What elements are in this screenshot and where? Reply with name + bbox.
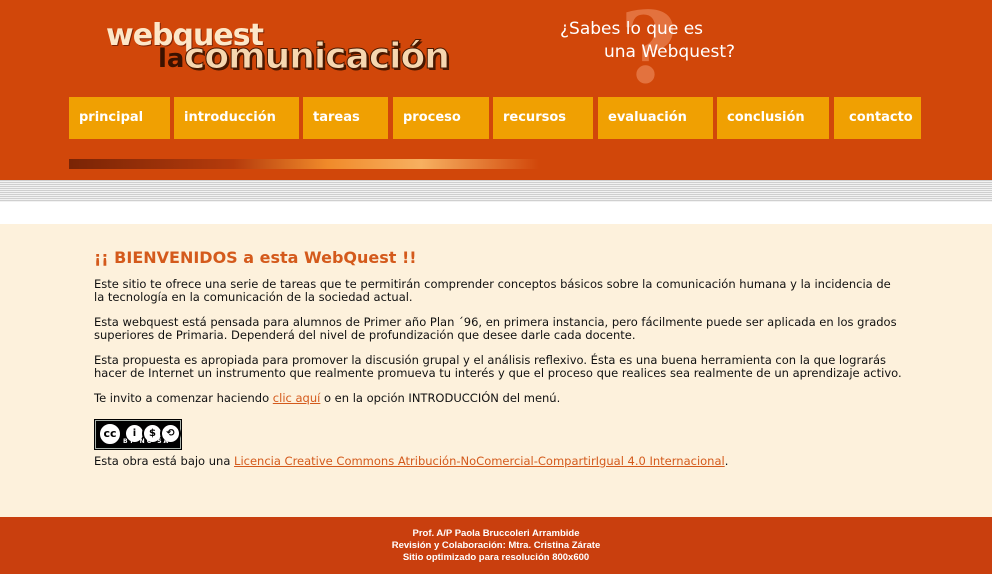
footer-author: Prof. A/P Paola Bruccoleri Arrambide bbox=[412, 528, 580, 539]
decorative-gradient-bar bbox=[69, 159, 539, 169]
page: webquest la comunicación ? ¿Sabes lo que… bbox=[0, 0, 992, 574]
tagline-line-2: una Webquest? bbox=[604, 42, 736, 62]
header-tagline: ¿Sabes lo que es una Webquest? bbox=[560, 18, 760, 64]
nav-conclusion[interactable]: conclusión bbox=[717, 97, 829, 139]
site-logo[interactable]: webquest la comunicación bbox=[104, 14, 450, 78]
page-title: ¡¡ BIENVENIDOS a esta WebQuest !! bbox=[94, 248, 417, 267]
invite-paragraph: Te invito a comenzar haciendo clic aquí … bbox=[94, 392, 904, 405]
nav-tareas[interactable]: tareas bbox=[303, 97, 388, 139]
nav-introduccion[interactable]: introducción bbox=[174, 97, 299, 139]
intro-paragraph-3: Esta propuesta es apropiada para promove… bbox=[94, 353, 902, 380]
main-nav: principal introducción tareas proceso re… bbox=[69, 97, 921, 139]
cc-logo-icon: cc bbox=[98, 422, 122, 446]
footer-resolution-note: Sitio optimizado para resolución 800x600 bbox=[402, 552, 590, 563]
invite-text-after: o en la opción INTRODUCCIÓN del menú. bbox=[320, 391, 561, 405]
footer-collaboration: Revisión y Colaboración: Mtra. Cristina … bbox=[391, 540, 601, 551]
license-text-after: . bbox=[724, 454, 729, 468]
nav-proceso[interactable]: proceso bbox=[393, 97, 489, 139]
main-content: ¡¡ BIENVENIDOS a esta WebQuest !! Este s… bbox=[0, 224, 992, 517]
invite-text-before: Te invito a comenzar haciendo bbox=[94, 391, 273, 405]
intro-paragraph-2: Esta webquest está pensada para alumnos … bbox=[94, 315, 897, 342]
license-link[interactable]: Licencia Creative Commons Atribución-NoC… bbox=[234, 454, 725, 468]
clic-aqui-link[interactable]: clic aquí bbox=[273, 391, 321, 405]
nav-contacto[interactable]: contacto bbox=[834, 97, 921, 139]
decorative-stripes bbox=[0, 180, 992, 202]
nav-evaluacion[interactable]: evaluación bbox=[598, 97, 713, 139]
intro-paragraph-1: Este sitio te ofrece una serie de tareas… bbox=[94, 277, 891, 304]
content-inner: ¡¡ BIENVENIDOS a esta WebQuest !! Este s… bbox=[94, 248, 904, 480]
tagline-line-1: ¿Sabes lo que es bbox=[560, 19, 704, 39]
creative-commons-badge[interactable]: cc i $ ⟲ BY NC SA bbox=[94, 419, 182, 450]
license-paragraph: Esta obra está bajo una Licencia Creativ… bbox=[94, 455, 904, 468]
license-text-before: Esta obra está bajo una bbox=[94, 454, 235, 468]
site-header: webquest la comunicación ? ¿Sabes lo que… bbox=[0, 0, 992, 180]
logo-comunicacion-text: comunicación bbox=[184, 36, 451, 78]
nav-recursos[interactable]: recursos bbox=[493, 97, 593, 139]
nav-principal[interactable]: principal bbox=[69, 97, 170, 139]
site-footer: Prof. A/P Paola Bruccoleri Arrambide Rev… bbox=[0, 517, 992, 574]
logo-la-text: la bbox=[158, 44, 185, 74]
cc-badge-labels: BY NC SA bbox=[123, 438, 171, 445]
